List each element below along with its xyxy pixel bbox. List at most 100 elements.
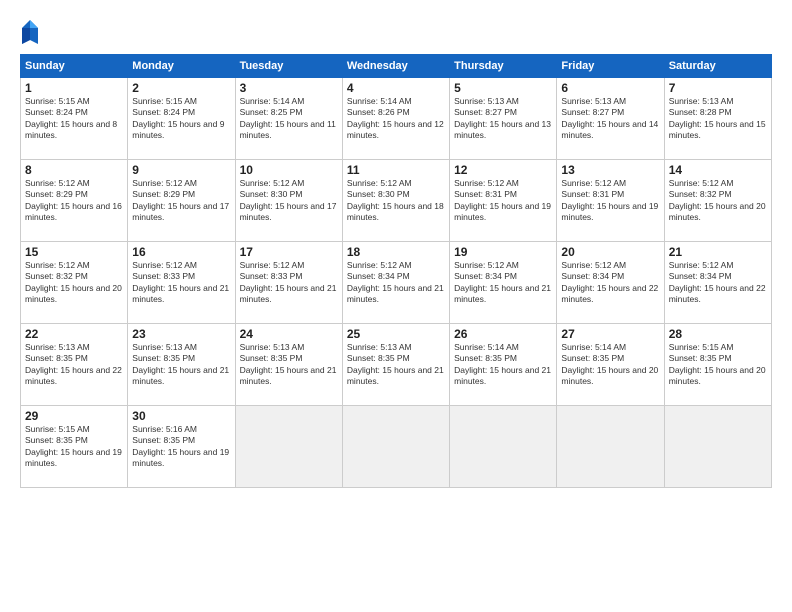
cell-info: Sunrise: 5:12 AMSunset: 8:34 PMDaylight:… bbox=[669, 260, 766, 304]
calendar-header-tuesday: Tuesday bbox=[235, 55, 342, 78]
table-row: 29Sunrise: 5:15 AMSunset: 8:35 PMDayligh… bbox=[21, 406, 128, 488]
day-number: 10 bbox=[240, 163, 338, 177]
table-row: 9Sunrise: 5:12 AMSunset: 8:29 PMDaylight… bbox=[128, 160, 235, 242]
calendar-header-row: SundayMondayTuesdayWednesdayThursdayFrid… bbox=[21, 55, 772, 78]
cell-info: Sunrise: 5:12 AMSunset: 8:31 PMDaylight:… bbox=[454, 178, 551, 222]
cell-info: Sunrise: 5:12 AMSunset: 8:33 PMDaylight:… bbox=[132, 260, 229, 304]
table-row: 18Sunrise: 5:12 AMSunset: 8:34 PMDayligh… bbox=[342, 242, 449, 324]
day-number: 15 bbox=[25, 245, 123, 259]
table-row: 10Sunrise: 5:12 AMSunset: 8:30 PMDayligh… bbox=[235, 160, 342, 242]
table-row: 6Sunrise: 5:13 AMSunset: 8:27 PMDaylight… bbox=[557, 78, 664, 160]
day-number: 30 bbox=[132, 409, 230, 423]
calendar-week-3: 15Sunrise: 5:12 AMSunset: 8:32 PMDayligh… bbox=[21, 242, 772, 324]
day-number: 12 bbox=[454, 163, 552, 177]
day-number: 6 bbox=[561, 81, 659, 95]
table-row: 5Sunrise: 5:13 AMSunset: 8:27 PMDaylight… bbox=[450, 78, 557, 160]
calendar-header-saturday: Saturday bbox=[664, 55, 771, 78]
cell-info: Sunrise: 5:15 AMSunset: 8:24 PMDaylight:… bbox=[25, 96, 117, 140]
day-number: 11 bbox=[347, 163, 445, 177]
cell-info: Sunrise: 5:13 AMSunset: 8:35 PMDaylight:… bbox=[240, 342, 337, 386]
page: SundayMondayTuesdayWednesdayThursdayFrid… bbox=[0, 0, 792, 612]
table-row: 16Sunrise: 5:12 AMSunset: 8:33 PMDayligh… bbox=[128, 242, 235, 324]
table-row bbox=[235, 406, 342, 488]
cell-info: Sunrise: 5:15 AMSunset: 8:24 PMDaylight:… bbox=[132, 96, 224, 140]
day-number: 18 bbox=[347, 245, 445, 259]
table-row bbox=[664, 406, 771, 488]
cell-info: Sunrise: 5:12 AMSunset: 8:34 PMDaylight:… bbox=[454, 260, 551, 304]
day-number: 1 bbox=[25, 81, 123, 95]
table-row: 27Sunrise: 5:14 AMSunset: 8:35 PMDayligh… bbox=[557, 324, 664, 406]
table-row: 15Sunrise: 5:12 AMSunset: 8:32 PMDayligh… bbox=[21, 242, 128, 324]
calendar-header-wednesday: Wednesday bbox=[342, 55, 449, 78]
cell-info: Sunrise: 5:12 AMSunset: 8:32 PMDaylight:… bbox=[25, 260, 122, 304]
day-number: 22 bbox=[25, 327, 123, 341]
table-row: 24Sunrise: 5:13 AMSunset: 8:35 PMDayligh… bbox=[235, 324, 342, 406]
table-row: 2Sunrise: 5:15 AMSunset: 8:24 PMDaylight… bbox=[128, 78, 235, 160]
day-number: 16 bbox=[132, 245, 230, 259]
table-row: 28Sunrise: 5:15 AMSunset: 8:35 PMDayligh… bbox=[664, 324, 771, 406]
table-row: 22Sunrise: 5:13 AMSunset: 8:35 PMDayligh… bbox=[21, 324, 128, 406]
day-number: 4 bbox=[347, 81, 445, 95]
cell-info: Sunrise: 5:12 AMSunset: 8:30 PMDaylight:… bbox=[240, 178, 337, 222]
day-number: 27 bbox=[561, 327, 659, 341]
day-number: 20 bbox=[561, 245, 659, 259]
cell-info: Sunrise: 5:13 AMSunset: 8:27 PMDaylight:… bbox=[561, 96, 658, 140]
cell-info: Sunrise: 5:16 AMSunset: 8:35 PMDaylight:… bbox=[132, 424, 229, 468]
day-number: 9 bbox=[132, 163, 230, 177]
calendar-week-1: 1Sunrise: 5:15 AMSunset: 8:24 PMDaylight… bbox=[21, 78, 772, 160]
table-row: 19Sunrise: 5:12 AMSunset: 8:34 PMDayligh… bbox=[450, 242, 557, 324]
calendar-week-2: 8Sunrise: 5:12 AMSunset: 8:29 PMDaylight… bbox=[21, 160, 772, 242]
day-number: 5 bbox=[454, 81, 552, 95]
day-number: 24 bbox=[240, 327, 338, 341]
cell-info: Sunrise: 5:12 AMSunset: 8:30 PMDaylight:… bbox=[347, 178, 444, 222]
table-row: 1Sunrise: 5:15 AMSunset: 8:24 PMDaylight… bbox=[21, 78, 128, 160]
cell-info: Sunrise: 5:13 AMSunset: 8:35 PMDaylight:… bbox=[132, 342, 229, 386]
day-number: 19 bbox=[454, 245, 552, 259]
day-number: 2 bbox=[132, 81, 230, 95]
table-row: 25Sunrise: 5:13 AMSunset: 8:35 PMDayligh… bbox=[342, 324, 449, 406]
day-number: 7 bbox=[669, 81, 767, 95]
cell-info: Sunrise: 5:15 AMSunset: 8:35 PMDaylight:… bbox=[669, 342, 766, 386]
table-row: 4Sunrise: 5:14 AMSunset: 8:26 PMDaylight… bbox=[342, 78, 449, 160]
table-row: 21Sunrise: 5:12 AMSunset: 8:34 PMDayligh… bbox=[664, 242, 771, 324]
day-number: 17 bbox=[240, 245, 338, 259]
cell-info: Sunrise: 5:12 AMSunset: 8:32 PMDaylight:… bbox=[669, 178, 766, 222]
day-number: 8 bbox=[25, 163, 123, 177]
table-row: 14Sunrise: 5:12 AMSunset: 8:32 PMDayligh… bbox=[664, 160, 771, 242]
table-row: 17Sunrise: 5:12 AMSunset: 8:33 PMDayligh… bbox=[235, 242, 342, 324]
calendar-week-5: 29Sunrise: 5:15 AMSunset: 8:35 PMDayligh… bbox=[21, 406, 772, 488]
calendar-week-4: 22 Sunrise: 5:13 AMSunset: 8:35 PMDayligh… bbox=[21, 324, 772, 406]
header bbox=[20, 18, 772, 46]
cell-info: Sunrise: 5:14 AMSunset: 8:25 PMDaylight:… bbox=[240, 96, 336, 140]
table-row: 11Sunrise: 5:12 AMSunset: 8:30 PMDayligh… bbox=[342, 160, 449, 242]
day-number: 3 bbox=[240, 81, 338, 95]
cell-info: Sunrise: 5:13 AMSunset: 8:35 PMDaylight:… bbox=[347, 342, 444, 386]
calendar-header-sunday: Sunday bbox=[21, 55, 128, 78]
table-row: 20Sunrise: 5:12 AMSunset: 8:34 PMDayligh… bbox=[557, 242, 664, 324]
cell-info: Sunrise: 5:13 AMSunset: 8:28 PMDaylight:… bbox=[669, 96, 766, 140]
table-row: 8Sunrise: 5:12 AMSunset: 8:29 PMDaylight… bbox=[21, 160, 128, 242]
day-number: 23 bbox=[132, 327, 230, 341]
table-row: 7Sunrise: 5:13 AMSunset: 8:28 PMDaylight… bbox=[664, 78, 771, 160]
cell-info: Sunrise: 5:12 AMSunset: 8:34 PMDaylight:… bbox=[347, 260, 444, 304]
calendar-header-monday: Monday bbox=[128, 55, 235, 78]
calendar-header-thursday: Thursday bbox=[450, 55, 557, 78]
cell-info: Sunrise: 5:12 AMSunset: 8:33 PMDaylight:… bbox=[240, 260, 337, 304]
day-number: 26 bbox=[454, 327, 552, 341]
cell-info: Sunrise: 5:14 AMSunset: 8:35 PMDaylight:… bbox=[561, 342, 658, 386]
table-row bbox=[557, 406, 664, 488]
table-row: 23Sunrise: 5:13 AMSunset: 8:35 PMDayligh… bbox=[128, 324, 235, 406]
day-number: 14 bbox=[669, 163, 767, 177]
table-row: 3Sunrise: 5:14 AMSunset: 8:25 PMDaylight… bbox=[235, 78, 342, 160]
logo bbox=[20, 18, 44, 46]
table-row: 26Sunrise: 5:14 AMSunset: 8:35 PMDayligh… bbox=[450, 324, 557, 406]
table-row bbox=[450, 406, 557, 488]
cell-info: Sunrise: 5:12 AMSunset: 8:29 PMDaylight:… bbox=[25, 178, 122, 222]
logo-icon bbox=[20, 18, 40, 46]
cell-info: Sunrise: 5:14 AMSunset: 8:26 PMDaylight:… bbox=[347, 96, 444, 140]
cell-info: Sunrise: 5:14 AMSunset: 8:35 PMDaylight:… bbox=[454, 342, 551, 386]
cell-info: Sunrise: 5:15 AMSunset: 8:35 PMDaylight:… bbox=[25, 424, 122, 468]
table-row: 13Sunrise: 5:12 AMSunset: 8:31 PMDayligh… bbox=[557, 160, 664, 242]
day-number: 25 bbox=[347, 327, 445, 341]
cell-info: Sunrise: 5:13 AMSunset: 8:27 PMDaylight:… bbox=[454, 96, 551, 140]
